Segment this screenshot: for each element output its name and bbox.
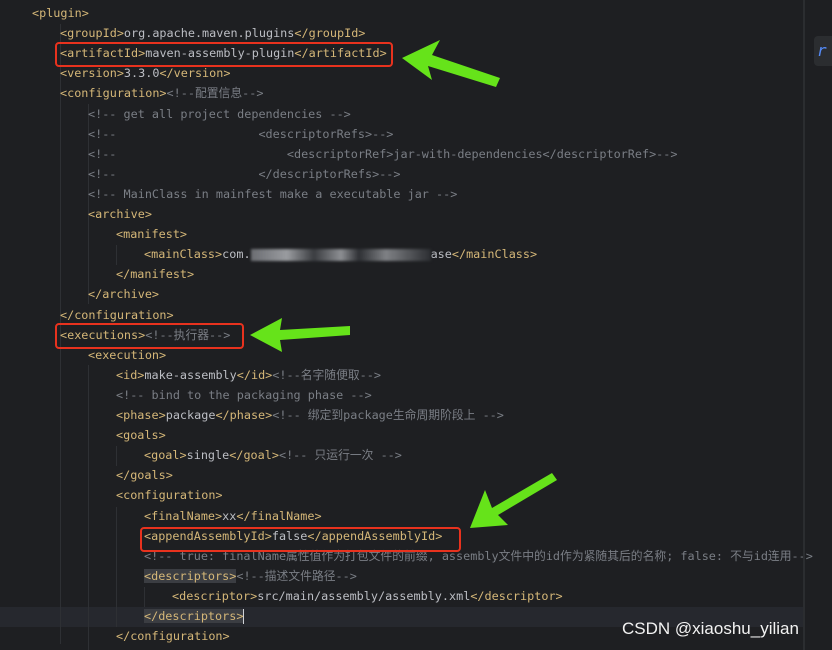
arrow-icon xyxy=(402,40,500,87)
annotation-arrows xyxy=(250,40,557,528)
arrow-icon xyxy=(250,318,350,352)
arrow-icon xyxy=(470,473,557,528)
watermark: CSDN @xiaoshu_yilian xyxy=(622,619,799,638)
